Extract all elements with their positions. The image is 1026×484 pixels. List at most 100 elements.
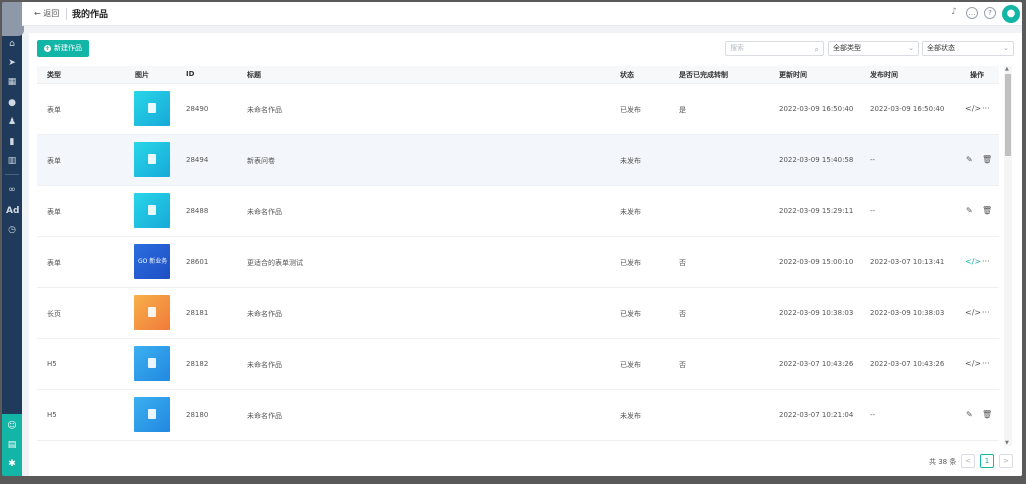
grid-icon[interactable]: ▦ xyxy=(6,76,18,88)
cell-published: 2022-03-09 16:50:40 xyxy=(870,105,945,113)
col-status[interactable]: 状态 xyxy=(620,70,634,80)
cell-title[interactable]: 未命名作品 xyxy=(247,360,282,370)
send-icon[interactable]: ➤ xyxy=(6,57,18,69)
more-icon[interactable]: ··· xyxy=(982,104,990,113)
cell-title[interactable]: 未命名作品 xyxy=(247,105,282,115)
type-filter-value: 全部类型 xyxy=(833,44,861,52)
avatar-icon[interactable]: ● xyxy=(1002,5,1020,23)
work-thumbnail[interactable]: GO 新业务 xyxy=(134,244,170,279)
col-published[interactable]: 发布时间 xyxy=(870,70,898,80)
more-icon[interactable]: ··· xyxy=(982,257,990,266)
cell-converted: 否 xyxy=(679,310,686,318)
cell-title[interactable]: 新表问卷 xyxy=(247,156,275,166)
cell-title[interactable]: 未命名作品 xyxy=(247,309,282,319)
cell-type: 长页 xyxy=(47,310,61,318)
message-icon[interactable]: … xyxy=(966,7,978,19)
table-row[interactable]: 表单 28488 未命名作品 未发布 2022-03-09 15:29:11 -… xyxy=(37,186,999,237)
scroll-thumb[interactable] xyxy=(1005,74,1011,156)
sidebar-collapse-tab[interactable] xyxy=(2,2,24,36)
user-icon[interactable]: ● xyxy=(6,97,18,109)
cell-updated: 2022-03-09 15:29:11 xyxy=(779,207,854,215)
status-filter-select[interactable]: 全部状态 ⌄ xyxy=(922,41,1014,56)
col-updated[interactable]: 更新时间 xyxy=(779,70,807,80)
more-icon[interactable]: ··· xyxy=(982,359,990,368)
delete-icon[interactable]: 🗑 xyxy=(982,155,992,164)
home-icon[interactable]: ⌂ xyxy=(6,38,18,50)
work-thumbnail[interactable] xyxy=(134,193,170,228)
ad-icon[interactable]: Ad xyxy=(6,205,19,217)
search-placeholder: 搜索 xyxy=(730,44,744,52)
delete-icon[interactable]: 🗑 xyxy=(982,206,992,215)
cell-id: 28494 xyxy=(186,156,209,164)
edit-icon[interactable]: ✎ xyxy=(966,206,973,215)
team-icon[interactable]: ☺ xyxy=(6,420,18,432)
table-row[interactable]: 表单 GO 新业务 28601 更适合的表单测试 已发布 否 2022-03-0… xyxy=(37,237,999,288)
chart-icon[interactable]: ▥ xyxy=(6,155,18,167)
plus-icon: + xyxy=(44,45,51,52)
embed-code-icon[interactable]: </> xyxy=(965,257,981,266)
col-type[interactable]: 类型 xyxy=(47,70,61,80)
clock-icon[interactable]: ◷ xyxy=(6,224,18,236)
header-divider xyxy=(66,8,67,20)
settings-icon[interactable]: ✱ xyxy=(6,458,18,470)
embed-code-icon[interactable]: </> xyxy=(965,104,981,113)
scroll-up-icon[interactable]: ▲ xyxy=(1005,66,1009,72)
scroll-down-icon[interactable]: ▼ xyxy=(1005,440,1009,446)
cell-status: 已发布 xyxy=(620,310,641,318)
cell-id: 28182 xyxy=(186,360,209,368)
cell-status: 已发布 xyxy=(620,361,641,369)
col-converted[interactable]: 是否已完成转制 xyxy=(679,70,728,80)
table-header: 类型 图片 ID 标题 状态 是否已完成转制 更新时间 发布时间 操作 xyxy=(37,66,999,84)
col-title[interactable]: 标题 xyxy=(247,70,261,80)
col-id[interactable]: ID xyxy=(186,70,194,78)
cell-updated: 2022-03-09 10:38:03 xyxy=(779,309,854,317)
bell-icon[interactable]: ♪ xyxy=(948,7,960,19)
search-input[interactable]: 搜索 ⌕ xyxy=(725,41,824,56)
status-filter-value: 全部状态 xyxy=(927,44,955,52)
total-count: 共 38 条 xyxy=(929,458,957,466)
cell-title[interactable]: 未命名作品 xyxy=(247,207,282,217)
page-1-button[interactable]: 1 xyxy=(980,454,994,468)
cell-status: 已发布 xyxy=(620,106,641,114)
work-thumbnail[interactable] xyxy=(134,91,170,126)
cell-id: 28490 xyxy=(186,105,209,113)
table-row[interactable]: 长页 28181 未命名作品 已发布 否 2022-03-09 10:38:03… xyxy=(37,288,999,339)
cell-updated: 2022-03-09 15:00:10 xyxy=(779,258,854,266)
back-button[interactable]: ← 返回 xyxy=(34,8,59,19)
edit-icon[interactable]: ✎ xyxy=(966,155,973,164)
table-row[interactable]: 表单 28494 新表问卷 未发布 2022-03-09 15:40:58 --… xyxy=(37,135,999,186)
table-scrollbar[interactable]: ▲ ▼ xyxy=(1004,66,1012,446)
cell-updated: 2022-03-09 15:40:58 xyxy=(779,156,854,164)
type-filter-select[interactable]: 全部类型 ⌄ xyxy=(828,41,919,56)
document-icon[interactable]: ▤ xyxy=(6,439,18,451)
prev-page-button[interactable]: < xyxy=(961,454,975,468)
cell-published: 2022-03-09 10:38:03 xyxy=(870,309,945,317)
page-icon xyxy=(148,307,156,317)
new-work-button[interactable]: + 新建作品 xyxy=(37,40,89,57)
link-icon[interactable]: ∞ xyxy=(6,184,18,196)
delete-icon[interactable]: 🗑 xyxy=(982,410,992,419)
users-icon[interactable]: ♟ xyxy=(6,116,18,128)
table-row[interactable]: H5 28180 未命名作品 未发布 2022-03-07 10:21:04 -… xyxy=(37,390,999,441)
search-icon[interactable]: ⌕ xyxy=(815,43,819,56)
embed-code-icon[interactable]: </> xyxy=(965,308,981,317)
cell-published: 2022-03-07 10:13:41 xyxy=(870,258,945,266)
next-page-button[interactable]: > xyxy=(999,454,1013,468)
cell-updated: 2022-03-07 10:43:26 xyxy=(779,360,854,368)
work-thumbnail[interactable] xyxy=(134,295,170,330)
more-icon[interactable]: ··· xyxy=(982,308,990,317)
help-icon[interactable]: ? xyxy=(984,7,996,19)
top-header: ← 返回 我的作品 ♪ … ? ● xyxy=(22,2,1022,26)
cell-status: 未发布 xyxy=(620,208,641,216)
cell-title[interactable]: 未命名作品 xyxy=(247,411,282,421)
cell-published: -- xyxy=(870,207,876,215)
table-row[interactable]: 表单 28490 未命名作品 已发布 是 2022-03-09 16:50:40… xyxy=(37,84,999,135)
work-thumbnail[interactable] xyxy=(134,142,170,177)
table-row[interactable]: H5 28182 未命名作品 已发布 否 2022-03-07 10:43:26… xyxy=(37,339,999,390)
work-thumbnail[interactable] xyxy=(134,397,170,432)
edit-icon[interactable]: ✎ xyxy=(966,410,973,419)
embed-code-icon[interactable]: </> xyxy=(965,359,981,368)
cell-title[interactable]: 更适合的表单测试 xyxy=(247,258,303,268)
bookmark-icon[interactable]: ▮ xyxy=(6,136,18,148)
work-thumbnail[interactable] xyxy=(134,346,170,381)
